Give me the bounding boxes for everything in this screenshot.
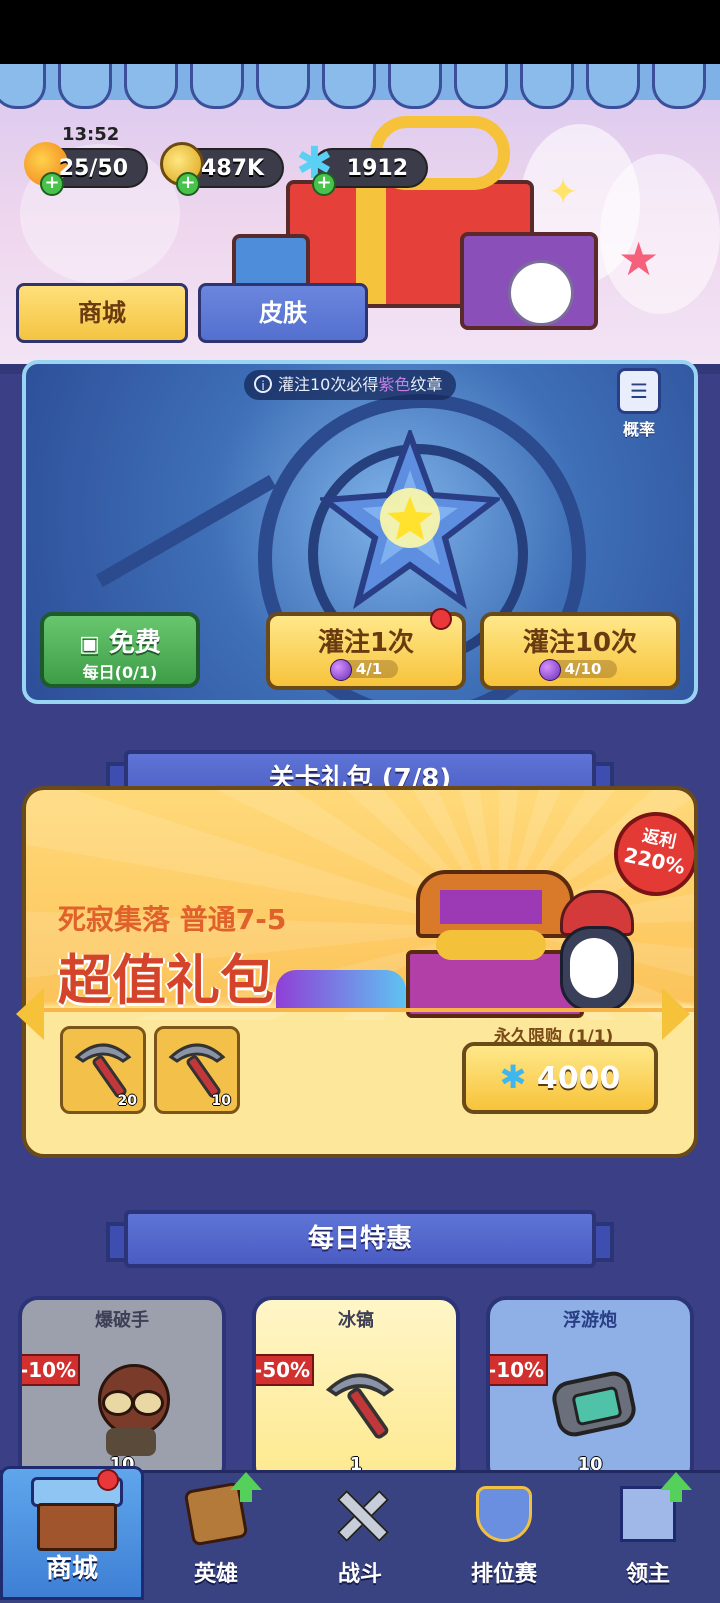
bunting-decoration bbox=[0, 64, 720, 109]
daily-deal-card[interactable]: 冰镐 -50% 1 bbox=[252, 1296, 460, 1486]
blue-gem-icon: ✱ bbox=[499, 1058, 527, 1096]
item-count: 10 bbox=[211, 1093, 231, 1109]
star-decoration-icon: ★ bbox=[618, 232, 660, 286]
tab-skins[interactable]: 皮肤 bbox=[198, 283, 368, 343]
nav-label: 领主 bbox=[625, 1562, 670, 1587]
probability-button[interactable]: ☰ 概率 bbox=[612, 368, 666, 444]
free-daily-count: 每日(0/1) bbox=[82, 663, 158, 682]
status-bar bbox=[0, 0, 720, 64]
stage-pack-card: 死寂集落 普通7-5 超值礼包 返利 220% 20 10 永久限购 (1/1)… bbox=[22, 786, 698, 1158]
gem-value: 1912 bbox=[346, 156, 408, 181]
energy-counter[interactable]: + 25/50 bbox=[24, 142, 148, 196]
purple-orb-icon bbox=[329, 659, 352, 681]
gem-counter[interactable]: ✱ + 1912 bbox=[296, 142, 428, 196]
infuse-ten-button[interactable]: 灌注10次 4/10 bbox=[480, 612, 680, 690]
notice-text-suffix: 纹章 bbox=[410, 375, 443, 394]
add-gem-icon[interactable]: + bbox=[312, 172, 336, 196]
previous-pack-arrow[interactable] bbox=[16, 988, 44, 1040]
buy-pack-button[interactable]: ✱ 4000 bbox=[462, 1042, 658, 1114]
nav-label: 战斗 bbox=[337, 1562, 382, 1587]
deal-name: 爆破手 bbox=[95, 1310, 149, 1331]
free-infuse-button[interactable]: ▣ 免费 每日(0/1) bbox=[40, 612, 200, 688]
pack-item-slot[interactable]: 20 bbox=[60, 1026, 146, 1114]
nav-label: 商城 bbox=[45, 1554, 98, 1584]
infuse-ten-label: 灌注10次 bbox=[522, 628, 638, 658]
pack-item-slot[interactable]: 10 bbox=[154, 1026, 240, 1114]
pack-price: 4000 bbox=[536, 1061, 621, 1096]
nav-ranked[interactable]: 排位赛 bbox=[432, 1476, 576, 1600]
item-count: 20 bbox=[117, 1093, 137, 1109]
gold-counter[interactable]: + 487K bbox=[160, 142, 284, 196]
info-icon: i bbox=[254, 375, 272, 393]
video-icon: ▣ bbox=[79, 632, 100, 657]
probability-label: 概率 bbox=[622, 420, 655, 439]
nav-shop[interactable]: 商城 bbox=[0, 1466, 144, 1600]
nav-battle[interactable]: 战斗 bbox=[288, 1476, 432, 1600]
nav-lord[interactable]: 领主 bbox=[576, 1472, 720, 1600]
crossed-swords-icon bbox=[332, 1486, 390, 1543]
nav-label: 排位赛 bbox=[470, 1562, 537, 1587]
pickaxe-icon bbox=[325, 1373, 395, 1439]
add-gold-icon[interactable]: + bbox=[176, 172, 200, 196]
bomber-hero-icon bbox=[88, 1360, 178, 1456]
notification-dot bbox=[430, 608, 452, 630]
deal-discount: -50% bbox=[256, 1354, 314, 1386]
infuse-once-cost: 4/1 bbox=[355, 660, 383, 678]
floating-cannon-icon bbox=[544, 1366, 644, 1442]
rank-shield-icon bbox=[476, 1486, 532, 1542]
deal-discount: -10% bbox=[490, 1354, 548, 1386]
gold-value: 487K bbox=[201, 156, 264, 181]
free-label: 免费 bbox=[108, 628, 161, 658]
deal-name: 浮游炮 bbox=[563, 1310, 617, 1331]
infusion-guarantee-notice: i 灌注10次必得紫色纹章 bbox=[244, 370, 457, 400]
tab-shop[interactable]: 商城 bbox=[16, 283, 188, 343]
deal-name: 冰镐 bbox=[338, 1310, 374, 1331]
energy-value: 25/50 bbox=[58, 156, 128, 181]
nav-label: 英雄 bbox=[193, 1562, 238, 1587]
energy-refill-timer: 13:52 bbox=[62, 124, 120, 145]
emblem-star-icon bbox=[320, 430, 500, 610]
snowman-icon bbox=[508, 260, 574, 326]
purple-orb-icon bbox=[538, 659, 561, 681]
penguin-mascot-icon bbox=[554, 890, 634, 1012]
lord-banner-icon bbox=[620, 1486, 676, 1542]
notice-text-prefix: 灌注10次必得 bbox=[278, 375, 379, 394]
upgrade-arrow-icon bbox=[230, 1472, 262, 1502]
next-pack-arrow[interactable] bbox=[662, 988, 690, 1040]
upgrade-arrow-icon bbox=[660, 1472, 692, 1502]
pack-title: 超值礼包 bbox=[58, 949, 274, 1012]
deal-discount: -10% bbox=[22, 1354, 80, 1386]
document-icon: ☰ bbox=[617, 368, 661, 414]
daily-deal-card[interactable]: 爆破手 -10% 10 bbox=[18, 1296, 226, 1486]
stage-name: 死寂集落 普通7-5 bbox=[58, 903, 287, 936]
notice-text-highlight: 紫色 bbox=[378, 375, 411, 394]
nav-heroes[interactable]: 英雄 bbox=[144, 1472, 288, 1600]
sparkle-icon: ✦ bbox=[548, 172, 579, 213]
infuse-ten-cost: 4/10 bbox=[564, 660, 602, 678]
daily-deal-card[interactable]: 浮游炮 -10% 10 bbox=[486, 1296, 694, 1486]
notification-dot bbox=[97, 1469, 119, 1491]
gem-pile-icon bbox=[276, 970, 406, 1010]
hero-card-icon bbox=[183, 1481, 249, 1547]
daily-deals-header: 每日特惠 bbox=[106, 1210, 614, 1268]
